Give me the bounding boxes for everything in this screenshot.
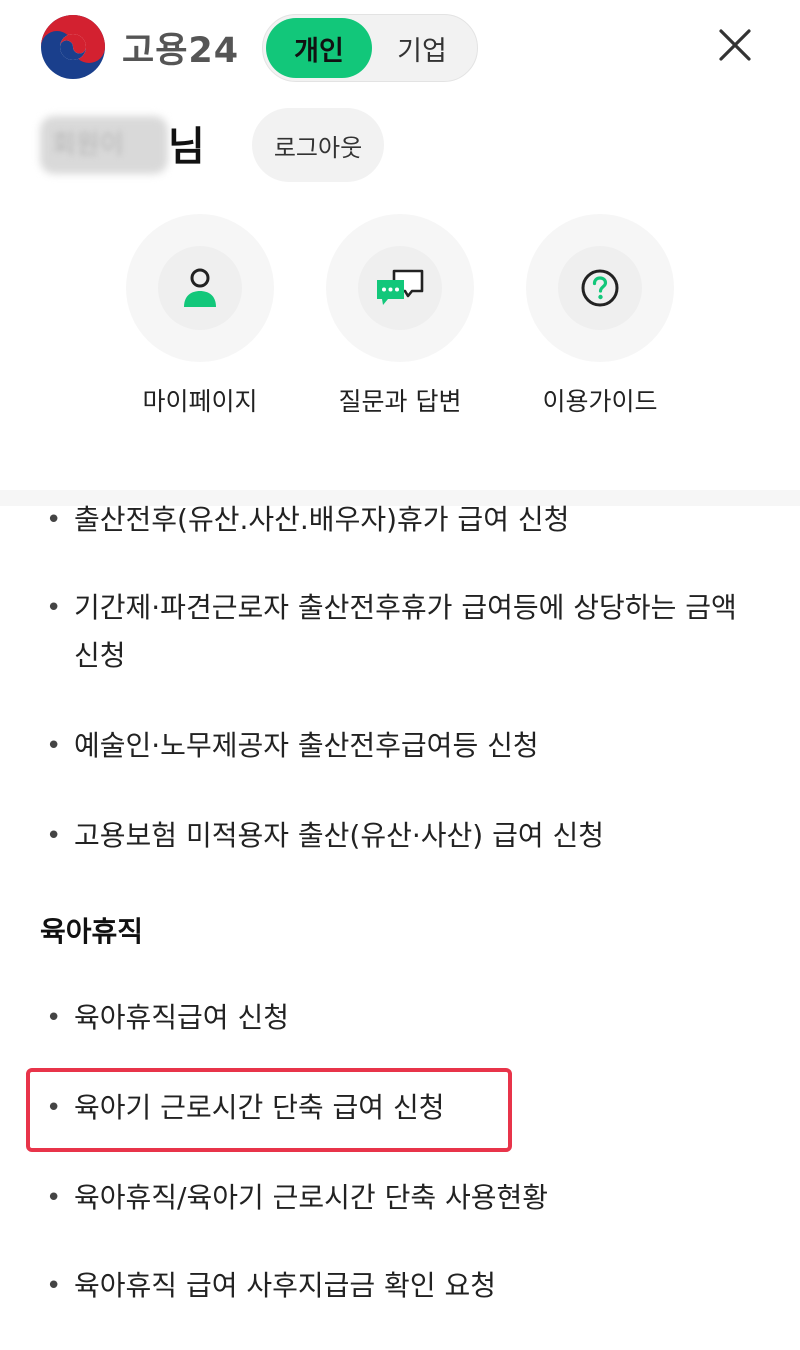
question-icon (581, 269, 619, 307)
quick-menu-guide[interactable]: 이용가이드 (526, 214, 674, 418)
quick-menu-label: 마이페이지 (142, 387, 258, 416)
list-item[interactable]: • 육아휴직급여 신청 (40, 994, 760, 1042)
list-item[interactable]: • 예술인·노무제공자 출산전후급여등 신청 (40, 722, 760, 770)
list-item[interactable]: • 육아휴직/육아기 근로시간 단축 사용현황 (40, 1174, 760, 1222)
chat-icon (377, 269, 424, 305)
quick-menu-label: 질문과 답변 (338, 387, 462, 416)
user-name-suffix: 님 (168, 124, 205, 170)
list-item-highlighted[interactable]: • 육아기 근로시간 단축 급여 신청 (40, 1084, 760, 1132)
user-type-toggle[interactable]: 개인 기업 (262, 14, 478, 82)
logout-button[interactable]: 로그아웃 (252, 108, 384, 182)
close-icon[interactable] (712, 22, 758, 68)
list-item[interactable]: • 육아휴직 급여 사후지급금 확인 요청 (40, 1262, 760, 1310)
quick-menu-label: 이용가이드 (542, 387, 658, 416)
toggle-company[interactable]: 기업 (369, 18, 475, 78)
quick-menu-mypage[interactable]: 마이페이지 (126, 214, 274, 418)
government-logo-icon[interactable] (40, 14, 106, 80)
header: 고용24 개인 기업 (0, 0, 800, 100)
user-name-blurred: 회원이 (40, 110, 170, 174)
person-icon (184, 268, 216, 307)
quick-menu-qna[interactable]: 질문과 답변 (326, 214, 474, 418)
list-item[interactable]: • 출산전후(유산.사산.배우자)휴가 급여 신청 (40, 496, 760, 544)
list-item[interactable]: • 기간제·파견근로자 출산전후휴가 급여등에 상당하는 금액 신청 (40, 584, 760, 680)
list-item[interactable]: • 고용보험 미적용자 출산(유산·사산) 급여 신청 (40, 812, 760, 860)
brand-title[interactable]: 고용24 (122, 22, 239, 73)
section-title-parental-leave: 육아휴직 (40, 915, 144, 948)
toggle-personal[interactable]: 개인 (266, 18, 372, 78)
